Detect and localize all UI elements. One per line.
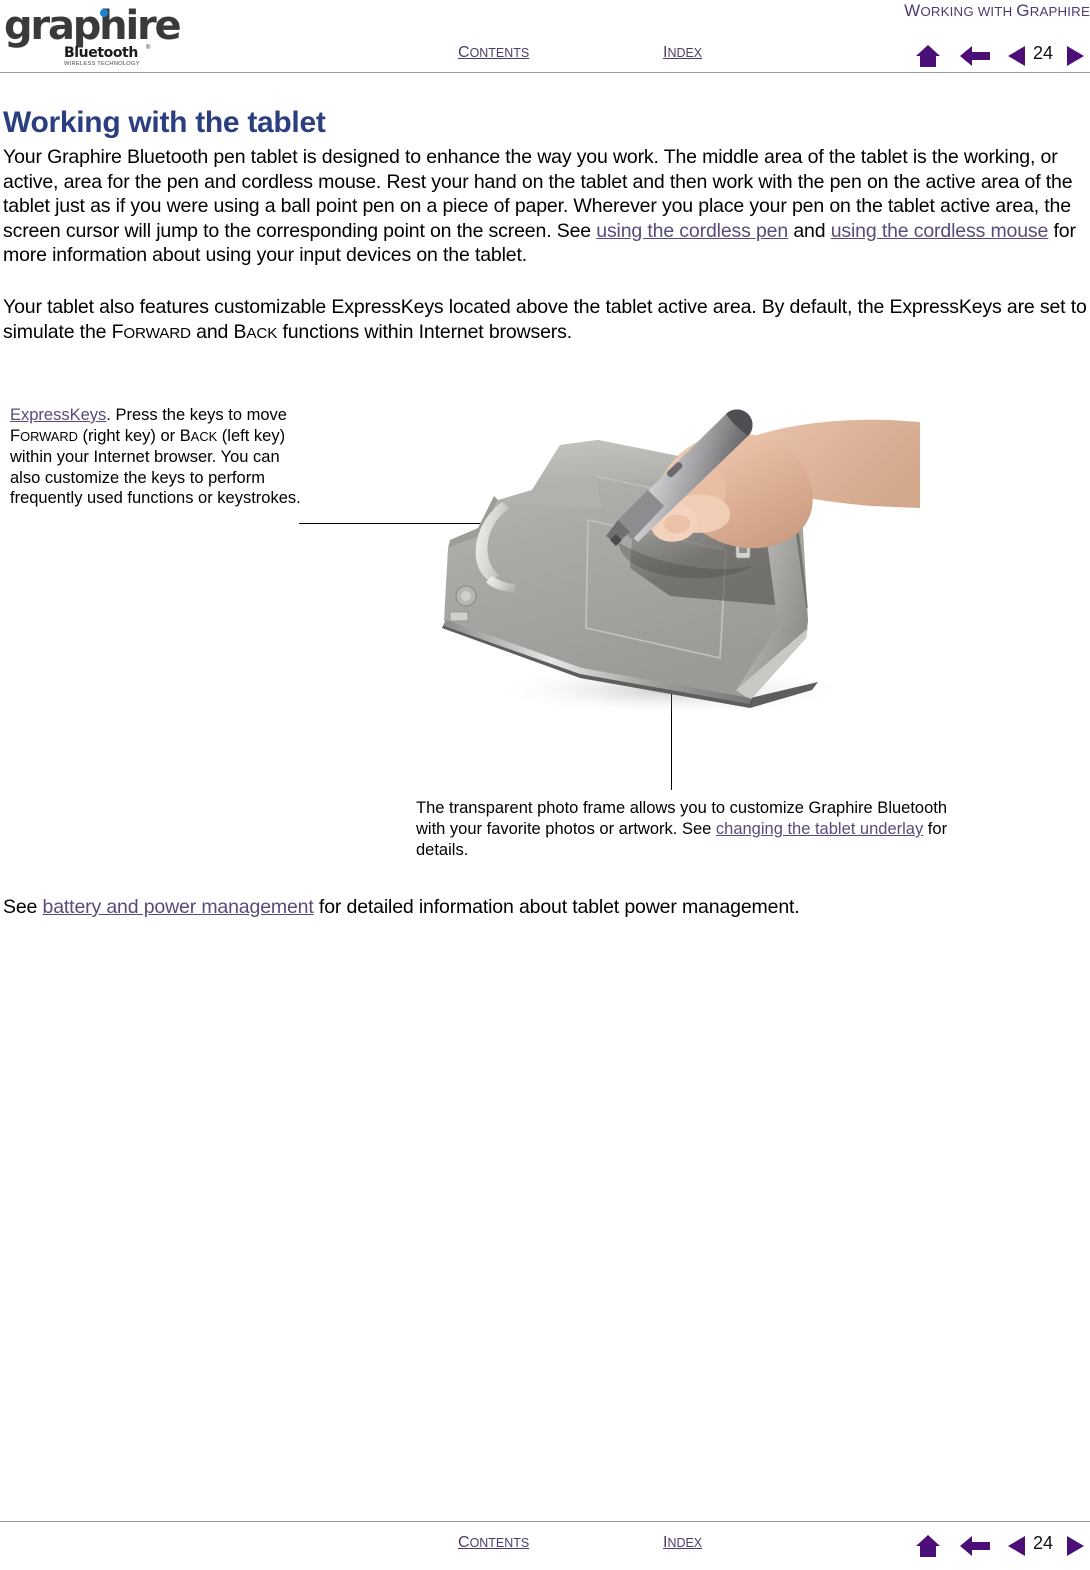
page-header: graphire ® Bluetooth ® WIRELESS TECHNOLO… [0,0,1090,74]
expresskeys-text-3: functions within Internet browsers. [277,320,573,343]
section-title-lead: W [904,1,921,20]
footer-back-arrow-icon[interactable] [959,1534,991,1558]
tablet-photo-svg [442,409,920,716]
footer-page-number: 24 [1033,1533,1054,1553]
link-battery-and-power-management[interactable]: battery and power management [43,896,314,918]
nav-contents-rest: ontents [469,46,530,60]
power-button [455,585,477,607]
expresskeys-paragraph: Your tablet also features customizable E… [3,295,1087,346]
callout-expresskeys: ExpressKeys. Press the keys to move Forw… [10,405,310,509]
back-arrow-icon[interactable] [959,44,991,68]
nav-contents-link[interactable]: Contents [458,44,529,62]
callout-photo-frame: The transparent photo frame allows you t… [416,798,956,861]
footer-index-rest: ndex [667,1536,703,1550]
footer-index-link[interactable]: Index [663,1534,702,1552]
back-rest: ack [246,324,278,342]
home-icon[interactable] [915,44,941,68]
forward-lead: F [111,320,124,343]
tablet-figure: ExpressKeys. Press the keys to move Forw… [0,380,1090,880]
footer-previous-page-icon[interactable] [1007,1534,1027,1558]
section-title-lead2: G [1016,1,1030,20]
intro-paragraph: Your Graphire Bluetooth pen tablet is de… [3,145,1087,268]
page-number: 24 [1033,43,1054,63]
header-nav: Contents Index 24 [0,40,1090,72]
header-divider [0,72,1090,73]
footer-contents-link[interactable]: Contents [458,1534,529,1552]
battery-text-2: for detailed information about tablet po… [313,896,800,918]
nav-index-rest: ndex [667,46,703,60]
link-changing-the-tablet-underlay[interactable]: changing the tablet underlay [716,820,923,838]
link-using-the-cordless-mouse[interactable]: using the cordless mouse [831,220,1049,242]
callout-expresskeys-text-2: (right key) or [77,426,180,445]
section-title[interactable]: Working with Graphire [904,1,1090,21]
page-footer: Contents Index 24 [0,1521,1090,1570]
intro-text-2: and [788,219,831,242]
previous-page-icon[interactable] [1007,44,1027,68]
footer-home-icon[interactable] [915,1534,941,1558]
callout-back-rest: ack [190,428,218,444]
nav-contents-lead: C [458,44,470,61]
footer-next-page-icon[interactable] [1065,1534,1085,1558]
logo-i-dot-icon [100,9,108,17]
next-page-icon[interactable] [1065,44,1085,68]
header-nav-icons: 24 [915,40,1090,72]
tablet-photo [420,390,920,730]
footer-nav-icons: 24 [915,1530,1090,1562]
callout-back-lead: B [179,426,191,445]
forward-rest: orward [123,324,191,342]
link-using-the-cordless-pen[interactable]: using the cordless pen [596,220,788,242]
link-expresskeys[interactable]: ExpressKeys [10,406,106,424]
footer-contents-lead: C [458,1534,470,1551]
page-title: Working with the tablet [3,106,326,139]
battery-text-1: See [3,896,43,918]
section-title-rest: orking with [920,4,1017,19]
callout-expresskeys-text-1: . Press the keys to move [106,406,287,424]
footer-contents-rest: ontents [469,1536,530,1550]
battery-paragraph: See battery and power management for det… [3,895,1087,920]
nav-index-link[interactable]: Index [663,44,702,62]
callout-forward-lead: F [10,426,21,445]
callout-forward-rest: orward [20,428,78,444]
back-lead: B [233,320,247,343]
expresskeys-text-2: and [190,320,234,343]
section-title-rest2: raphire [1029,4,1090,19]
